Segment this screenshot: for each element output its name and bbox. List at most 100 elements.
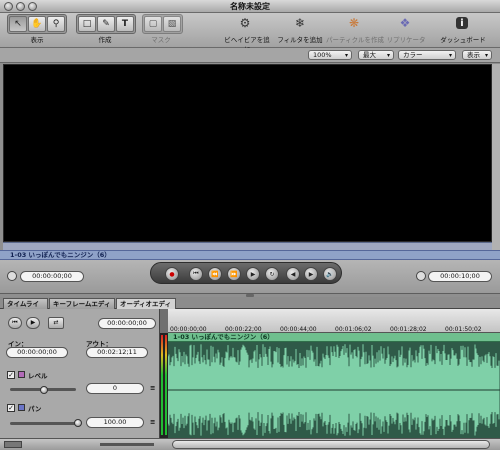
transport-controls: ● ⏮ ⏪ ⏩ ▶ ↻ ◀ ▶ 🔊 bbox=[150, 262, 342, 284]
go-to-start-button[interactable]: ⏮ bbox=[189, 267, 203, 281]
replicator-icon[interactable]: ❖ bbox=[397, 15, 413, 31]
tab-timeline[interactable]: タイムライン bbox=[3, 298, 48, 318]
level-slider-knob[interactable] bbox=[40, 386, 48, 394]
select-tool-icon[interactable]: ↖ bbox=[9, 16, 27, 32]
pan-checkbox[interactable]: ✓ bbox=[7, 404, 15, 412]
audio-icon[interactable]: 🔊 bbox=[323, 267, 337, 281]
audio-time-value: 00:00:00;00 bbox=[107, 319, 147, 327]
status-toggle-icon[interactable] bbox=[4, 441, 22, 448]
canvas-vertical-scrollbar[interactable] bbox=[492, 64, 500, 250]
mask-rect-icon[interactable]: ▢ bbox=[144, 16, 162, 32]
audio-clip-bar[interactable]: 1-03 いっぽんでもニンジン（6） bbox=[168, 333, 500, 342]
filter-icon[interactable]: ❄ bbox=[292, 15, 308, 31]
time-ruler[interactable]: 00:00:00;00 00:00:22;00 00:00:44;00 00:0… bbox=[168, 309, 500, 333]
step-back-button[interactable]: ⏪ bbox=[208, 267, 222, 281]
create-tool-group: □ ✎ T bbox=[76, 14, 136, 34]
ruler-label: 00:01:06;02 bbox=[335, 326, 372, 333]
dashboard-button[interactable]: ダッシュボード bbox=[437, 34, 489, 44]
next-frame-button[interactable]: ▶ bbox=[304, 267, 318, 281]
bezier-tool-icon[interactable]: ✎ bbox=[97, 16, 115, 32]
level-value: 0 bbox=[112, 384, 118, 392]
in-point-value: 00:00:00;00 bbox=[17, 348, 57, 356]
duration-value: 00:00:10;00 bbox=[440, 272, 480, 280]
current-time-value: 00:00:00;00 bbox=[32, 272, 72, 280]
toolbar: ↖ ✋ ⚲ 表示 □ ✎ T 作成 ▢ ▧ マスク ⚙ ビヘイビアを追加 ❄ フ… bbox=[0, 13, 500, 54]
status-bar bbox=[0, 438, 500, 450]
loop-button[interactable]: ↻ bbox=[265, 267, 279, 281]
replicator-button[interactable]: リプリケータ bbox=[385, 34, 427, 44]
toolbar-label-create: 作成 bbox=[98, 36, 112, 44]
chevron-down-icon: ▾ bbox=[484, 52, 488, 59]
mask-shape-icon[interactable]: ▧ bbox=[163, 16, 181, 32]
pan-slider[interactable] bbox=[10, 422, 76, 425]
duration-field[interactable]: 00:00:10;00 bbox=[428, 271, 492, 282]
play-button[interactable]: ▶ bbox=[26, 317, 40, 329]
chevron-down-icon: ▾ bbox=[344, 52, 348, 59]
mini-timeline-clip[interactable]: 1-03 いっぽんでもニンジン（6） bbox=[0, 250, 500, 260]
level-menu-icon[interactable]: ≡ bbox=[150, 384, 155, 392]
toolbar-label-mask: マスク bbox=[151, 36, 171, 44]
zoom-icon[interactable] bbox=[28, 2, 37, 11]
step-forward-button[interactable]: ⏩ bbox=[227, 267, 241, 281]
previous-frame-button[interactable]: ◀ bbox=[286, 267, 300, 281]
horizontal-scrollbar[interactable] bbox=[172, 440, 490, 449]
level-checkbox[interactable]: ✓ bbox=[7, 371, 15, 379]
out-point-value: 00:02:12;11 bbox=[97, 348, 137, 356]
canvas-horizontal-scrollbar[interactable] bbox=[3, 242, 492, 250]
canvas-options-bar: 100% ▾ 最大 ▾ カラー ▾ 表示 ▾ bbox=[0, 48, 500, 63]
zoom-popup[interactable]: 100% ▾ bbox=[308, 50, 352, 60]
out-point-field[interactable]: 00:02:12;11 bbox=[86, 347, 148, 358]
record-button[interactable]: ● bbox=[165, 267, 179, 281]
info-icon[interactable]: i bbox=[456, 17, 468, 29]
loop-button[interactable]: ⇄ bbox=[48, 317, 64, 329]
gear-icon[interactable]: ⚙ bbox=[237, 15, 253, 31]
text-tool-icon[interactable]: T bbox=[116, 16, 134, 32]
minimize-icon[interactable] bbox=[16, 2, 25, 11]
mask-tool-group: ▢ ▧ bbox=[142, 14, 183, 34]
level-field[interactable]: 0 bbox=[86, 383, 144, 394]
audio-waveform-panel: 00:00:00;00 00:00:22;00 00:00:44;00 00:0… bbox=[160, 309, 500, 438]
current-time-field[interactable]: 00:00:00;00 bbox=[20, 271, 84, 282]
audio-clip-label: 1-03 いっぽんでもニンジン（6） bbox=[173, 333, 274, 341]
in-point-field[interactable]: 00:00:00;00 bbox=[6, 347, 68, 358]
mini-timeline-clip-label: 1-03 いっぽんでもニンジン（6） bbox=[10, 251, 111, 259]
particle-icon[interactable]: ❋ bbox=[346, 15, 362, 31]
pan-label: パン bbox=[28, 405, 42, 413]
view-popup[interactable]: 表示 ▾ bbox=[462, 50, 492, 60]
make-particles-button[interactable]: パーティクルを作成 bbox=[326, 34, 384, 44]
add-filter-button[interactable]: フィルタを追加 bbox=[277, 34, 323, 44]
pan-tool-icon[interactable]: ✋ bbox=[28, 16, 46, 32]
pan-menu-icon[interactable]: ≡ bbox=[150, 418, 155, 426]
close-icon[interactable] bbox=[4, 2, 13, 11]
waveform-area[interactable] bbox=[168, 342, 500, 438]
tab-keyframe-editor[interactable]: キーフレームエディタ bbox=[49, 298, 115, 318]
go-to-start-button[interactable]: ⏮ bbox=[8, 317, 22, 329]
channel-popup[interactable]: カラー ▾ bbox=[398, 50, 456, 60]
toolbar-label-view: 表示 bbox=[30, 36, 44, 44]
waveform-graphic bbox=[168, 344, 500, 436]
resolution-value: 最大 bbox=[363, 51, 376, 59]
resolution-popup[interactable]: 最大 ▾ bbox=[358, 50, 394, 60]
pan-slider-knob[interactable] bbox=[74, 419, 82, 427]
canvas-viewer[interactable] bbox=[3, 64, 492, 242]
zoom-slider[interactable] bbox=[100, 443, 154, 446]
ruler-label: 00:01:28;02 bbox=[390, 326, 427, 333]
audio-parameters-panel: ⏮ ▶ ⇄ 00:00:00;00 イン： 00:00:00;00 アウト： 0… bbox=[0, 309, 160, 438]
title-bar: 名称未設定 bbox=[0, 0, 500, 13]
motion-window: 名称未設定 ↖ ✋ ⚲ 表示 □ ✎ T 作成 ▢ ▧ マスク ⚙ ビヘイビアを… bbox=[0, 0, 500, 450]
window-title: 名称未設定 bbox=[230, 2, 270, 11]
pan-field[interactable]: 100.00 bbox=[86, 417, 144, 428]
view-value: 表示 bbox=[467, 51, 480, 59]
pan-value: 100.00 bbox=[103, 418, 127, 426]
rectangle-tool-icon[interactable]: □ bbox=[78, 16, 96, 32]
channel-value: カラー bbox=[403, 51, 423, 59]
ruler-label: 00:00:00;00 bbox=[170, 326, 207, 333]
zoom-tool-icon[interactable]: ⚲ bbox=[47, 16, 65, 32]
window-controls bbox=[4, 2, 37, 11]
timing-pane-tabs: タイムライン キーフレームエディタ オーディオエディタ bbox=[0, 297, 500, 318]
tab-audio-editor[interactable]: オーディオエディタ bbox=[116, 298, 176, 318]
zoom-value: 100% bbox=[313, 51, 332, 59]
audio-time-field[interactable]: 00:00:00;00 bbox=[98, 318, 156, 329]
level-label: レベル bbox=[28, 372, 48, 380]
play-button[interactable]: ▶ bbox=[246, 267, 260, 281]
